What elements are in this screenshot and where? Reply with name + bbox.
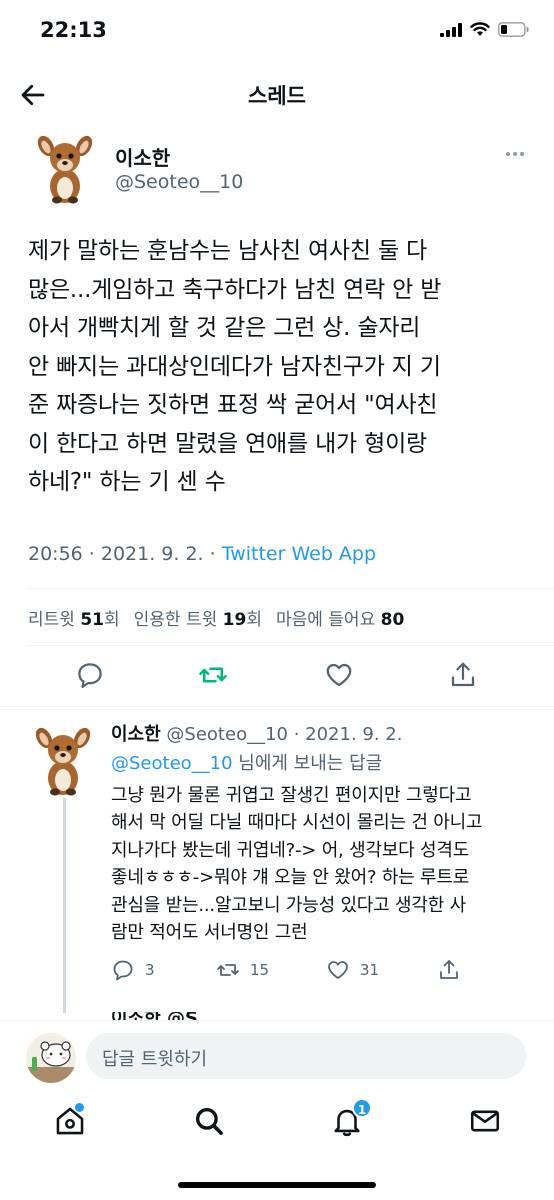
cartoon-avatar-image — [26, 1033, 76, 1083]
my-avatar[interactable] — [26, 1033, 76, 1083]
like-count: 31 — [360, 961, 380, 979]
nav-bar: 스레드 — [0, 66, 554, 122]
author-avatar[interactable] — [26, 128, 104, 206]
retweet-button[interactable] — [198, 660, 228, 690]
share-icon — [451, 662, 475, 687]
divider — [26, 645, 554, 646]
cellular-signal-icon — [440, 22, 462, 37]
reply-tweet-actions: 3 15 31 — [0, 958, 554, 988]
deer-plush-avatar-image — [26, 128, 104, 206]
compose-placeholder: 답글 트윗하기 — [102, 1049, 208, 1070]
reply-handle-date: @Seoteo__10 · 2021. 9. 2. — [166, 724, 403, 745]
tab-notifications[interactable]: 1 — [330, 1098, 372, 1138]
retweet-icon — [217, 964, 239, 976]
reply-compose-input[interactable]: 답글 트윗하기 — [86, 1033, 526, 1079]
page-title: 스레드 — [248, 84, 306, 108]
status-time: 22:13 — [40, 18, 107, 42]
replying-to: @Seoteo__10 님에게 보내는 답글 — [111, 749, 382, 775]
reply-share-button[interactable] — [437, 958, 461, 982]
bottom-tab-bar: 1 — [0, 1092, 554, 1152]
reply-header: 이소한 @Seoteo__10 · 2021. 9. 2. — [111, 720, 402, 746]
status-bar: 22:13 — [0, 0, 554, 66]
heart-icon — [328, 961, 348, 979]
share-icon — [440, 960, 458, 979]
status-icons — [440, 22, 530, 37]
retweet-count: 15 — [250, 961, 270, 979]
reply-author-avatar[interactable] — [24, 720, 102, 798]
reply-button[interactable] — [75, 660, 105, 690]
tweet-actions — [0, 660, 554, 696]
home-indicator — [178, 1182, 376, 1188]
author-handle[interactable]: @Seoteo__10 — [115, 171, 243, 193]
like-button[interactable] — [324, 660, 354, 690]
tweet-meta: 20:56 · 2021. 9. 2. · Twitter Web App — [28, 543, 376, 565]
more-dots-icon — [506, 152, 524, 156]
more-options-button[interactable] — [504, 144, 526, 164]
reply-mention-link[interactable]: @Seoteo__10 — [111, 753, 233, 774]
reply-to-label: 님에게 보내는 답글 — [232, 753, 383, 774]
comment-icon — [113, 960, 133, 981]
tweet-source-app[interactable]: Twitter Web App — [222, 543, 376, 565]
share-button[interactable] — [448, 660, 478, 690]
tweet-stats: 리트윗 51회 인용한 트윗 19회 마음에 들어요 80 — [28, 605, 404, 630]
divider — [0, 706, 554, 707]
wifi-icon — [470, 22, 490, 36]
reply-author-name[interactable]: 이소한 — [111, 724, 161, 745]
compose-bar: 답글 트윗하기 — [0, 1020, 554, 1090]
tab-search[interactable] — [192, 1104, 226, 1138]
tab-home[interactable] — [53, 1103, 87, 1138]
retweets-stat[interactable]: 리트윗 51회 — [28, 605, 120, 630]
mail-icon — [470, 1110, 500, 1132]
search-icon — [195, 1107, 223, 1135]
reply-reply-button[interactable]: 3 — [111, 958, 155, 982]
reply-count: 3 — [145, 961, 155, 979]
heart-icon — [326, 663, 352, 687]
quotes-stat[interactable]: 인용한 트윗 19회 — [134, 605, 262, 630]
tweet-timestamp: 20:56 · 2021. 9. 2. · — [28, 543, 222, 565]
tweet-text: 제가 말하는 훈남수는 남사친 여사친 둘 다 많은...게임하고 축구하다가 … — [28, 238, 442, 495]
reply-retweet-button[interactable]: 15 — [216, 958, 269, 982]
tab-messages[interactable] — [468, 1104, 502, 1138]
reply-like-button[interactable]: 31 — [326, 958, 379, 982]
reply-text: 그냥 뭔가 물론 귀엽고 잘생긴 편이지만 그렇다고 해서 막 어딜 다닐 때마… — [111, 785, 483, 944]
deer-plush-avatar-image — [24, 720, 102, 798]
divider — [26, 588, 554, 589]
home-new-dot — [75, 1103, 84, 1112]
retweet-icon — [199, 667, 227, 683]
notifications-badge: 1 — [352, 1098, 372, 1118]
likes-stat[interactable]: 마음에 들어요 80 — [276, 605, 404, 630]
author-name[interactable]: 이소한 — [115, 142, 170, 171]
comment-icon — [78, 663, 102, 688]
battery-icon — [498, 22, 529, 37]
